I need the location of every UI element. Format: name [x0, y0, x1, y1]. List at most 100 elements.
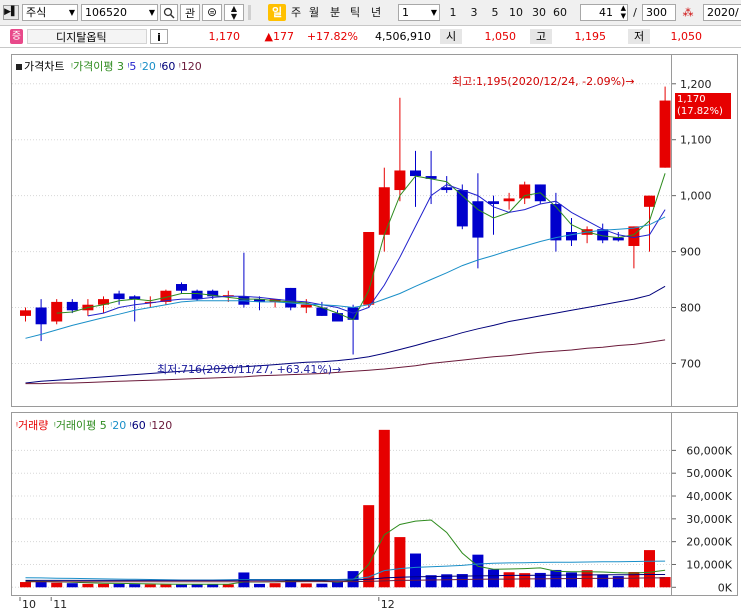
low-label: 저 [628, 29, 650, 44]
period-day-button[interactable]: 일 [268, 4, 286, 21]
price-ma120-line [25, 339, 666, 385]
volume-bar [254, 583, 265, 588]
volume-chart-panel[interactable]: ᵎ거래량 ᵎ거래이평 5 ᵎ20 ᵎ60 ᵎ120 [11, 412, 672, 596]
divider [248, 5, 251, 20]
market-select-value: 주식 [26, 6, 47, 19]
candle-body [35, 307, 47, 325]
price-tick-label: 800 [680, 302, 701, 315]
volume-bar [176, 584, 187, 588]
period-minute-button[interactable]: 분 [328, 4, 342, 21]
quote-bar: 증 디지탈옵틱 i 1,170 ▲177 +17.82% 4,506,910 시… [0, 26, 741, 48]
period-tick-button[interactable]: 틱 [348, 4, 362, 21]
candle-body [550, 204, 562, 241]
period-count-value: 1 [402, 6, 409, 19]
volume-tick-label: 60,000K [686, 444, 732, 457]
stock-code-input[interactable]: 106520 ▼ [81, 4, 158, 21]
candle-body [176, 284, 187, 291]
volume-bar [503, 572, 515, 588]
volume-tick-label: 30,000K [686, 513, 732, 526]
search-icon[interactable] [160, 4, 178, 21]
spin-icon[interactable]: ▲ ▼ [621, 5, 626, 20]
interval-10-button[interactable]: 10 [507, 4, 525, 21]
price-tick-label: 1,200 [680, 78, 712, 91]
current-price: 1,170 [208, 30, 241, 43]
volume-bar [597, 574, 609, 588]
total-count-input[interactable]: 300 [642, 4, 676, 21]
candle-body [20, 310, 31, 316]
total-count-value: 300 [646, 6, 667, 19]
volume-bar [129, 584, 141, 588]
volume-bar [144, 584, 156, 588]
panel-toggle-icon[interactable]: ▶▌ [3, 5, 19, 20]
period-week-button[interactable]: 주 [289, 4, 303, 21]
info-button[interactable]: i [150, 29, 168, 44]
volume-bar [160, 584, 172, 588]
x-axis: 10 11 12 [0, 597, 741, 611]
price-tick-label: 1,100 [680, 134, 712, 147]
interval-1-button[interactable]: 1 [446, 4, 460, 21]
candle-body [285, 287, 297, 308]
chart-toolbar: ▶▌ 주식 ▼ 106520 ▼ 관 ⊜ ▲ ▼ 일 주 월 분 틱 년 1 ▼ … [0, 0, 741, 26]
up-down-spin-icon[interactable]: ▲ ▼ [224, 4, 244, 21]
volume-bar [659, 577, 671, 588]
volume-bar [98, 583, 109, 588]
market-select[interactable]: 주식 ▼ [22, 4, 78, 21]
candle-body [644, 195, 655, 207]
volume-bar [269, 583, 281, 588]
grid-settings-icon[interactable]: ⁂ [678, 4, 698, 21]
volume-axis: 0K 10,000K 20,000K 30,000K 40,000K 50,000K 60,… [672, 412, 738, 596]
display-count-input[interactable]: 41 ▲ ▼ [580, 4, 628, 21]
price-tick-label: 700 [680, 357, 701, 370]
interval-30-button[interactable]: 30 [530, 4, 548, 21]
candle-body [503, 198, 515, 202]
current-price-tag-pct: (17.82%) [677, 106, 723, 117]
low-price: 1,050 [670, 30, 703, 43]
chevron-down-icon: ▼ [430, 8, 437, 17]
candle-body [410, 170, 421, 177]
price-chart-panel[interactable]: 가격차트 ᵎ가격이평 3 ᵎ5 ᵎ20 ᵎ60 ᵎ120 최고:1,195(20… [11, 54, 672, 407]
price-axis: 700 800 900 1,000 1,100 1,200 1,170 (17.82%) [672, 54, 738, 407]
volume-bar [66, 583, 78, 588]
volume-bar [394, 537, 406, 588]
volume-tick-label: 40,000K [686, 490, 732, 503]
volume-bar [82, 583, 94, 588]
candle-body [394, 170, 406, 191]
candle-body [378, 187, 390, 235]
open-price: 1,050 [484, 30, 517, 43]
display-count-value: 41 [599, 6, 613, 19]
volume-bar [113, 583, 125, 588]
volume-tick-label: 10,000K [686, 558, 732, 571]
volume-bar [35, 582, 47, 588]
period-month-button[interactable]: 월 [307, 4, 321, 21]
x-axis-labels: 10 11 12 [19, 597, 395, 611]
price-ma5-line [87, 183, 666, 317]
interval-5-button[interactable]: 5 [488, 4, 502, 21]
volume-bar [316, 583, 328, 588]
interval-60-button[interactable]: 60 [551, 4, 569, 21]
candle-body [191, 290, 203, 300]
period-count-select[interactable]: 1 ▼ [398, 4, 440, 21]
price-ma20-line [25, 216, 666, 339]
interval-3-button[interactable]: 3 [467, 4, 481, 21]
low-annotation: 최저:716(2020/11/27, +63.41%)→ [157, 363, 342, 376]
open-label: 시 [440, 29, 462, 44]
volume-bar [644, 550, 655, 588]
price-chart-plot [12, 83, 671, 385]
stock-name: 디지탈옵틱 [27, 29, 147, 44]
volume-bar [20, 582, 31, 588]
date-value: 2020/ [707, 6, 739, 19]
period-year-button[interactable]: 년 [369, 4, 383, 21]
price-change-pct: +17.82% [306, 30, 358, 43]
high-annotation: 최고:1,195(2020/12/24, -2.09%)→ [452, 75, 635, 88]
candle-body [113, 293, 125, 300]
candle-body [51, 301, 63, 322]
link-icon[interactable]: ⊜ [202, 4, 222, 21]
volume-tick-label: 50,000K [686, 467, 732, 480]
date-input[interactable]: 2020/ [703, 4, 741, 21]
candle-body [659, 100, 671, 168]
volume-tick-label: 20,000K [686, 536, 732, 549]
interest-button[interactable]: 관 [180, 4, 200, 21]
candle-body [300, 304, 312, 308]
volume-bar [488, 569, 499, 588]
trade-volume: 4,506,910 [375, 30, 431, 43]
